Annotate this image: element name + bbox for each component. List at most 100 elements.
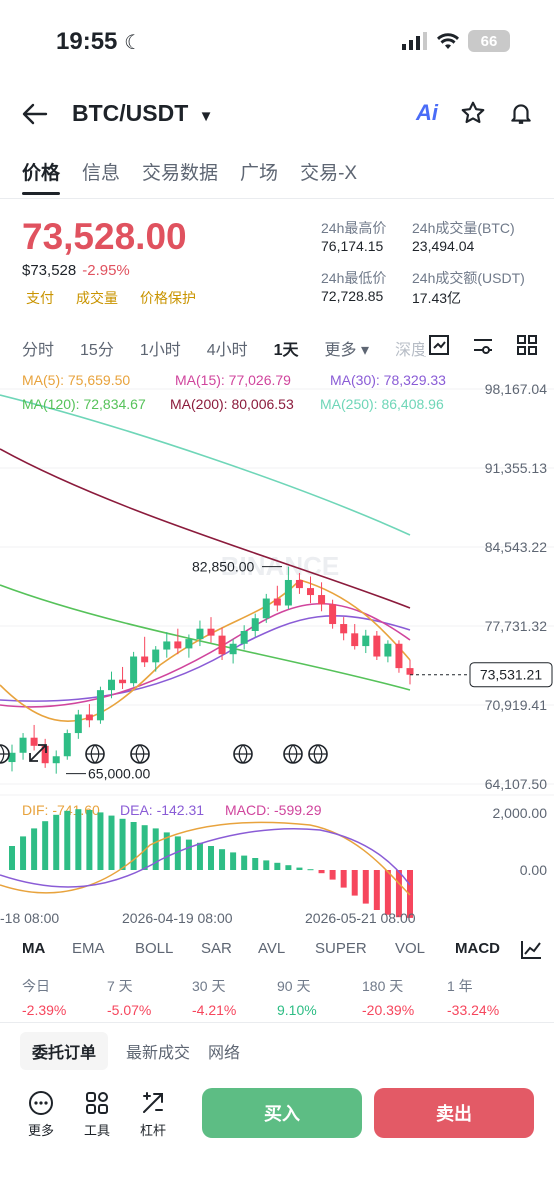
indicator-ma[interactable]: MA [22, 940, 72, 957]
macd-bar [219, 849, 226, 870]
ma-line [0, 394, 411, 536]
ma-line [0, 615, 411, 702]
candle-body [108, 679, 115, 691]
badge-price-protect[interactable]: 价格保护 [140, 288, 196, 308]
macd-bar [296, 867, 303, 870]
perf-cell: 今日 -2.39% [22, 976, 107, 1018]
layout-grid-icon[interactable] [516, 334, 538, 356]
macd-bar [86, 810, 93, 870]
ai-button[interactable]: Ai [416, 100, 438, 126]
tools-button[interactable]: 工具 [80, 1090, 114, 1139]
indicator-boll[interactable]: BOLL [135, 940, 201, 957]
perf-cell: 90 天 9.10% [277, 976, 362, 1018]
x-tick-label: 2026-04-19 08:00 [122, 910, 233, 926]
indicator-vol[interactable]: VOL [395, 940, 455, 957]
stat-high: 76,174.15 [321, 238, 384, 254]
macd-bar [230, 852, 237, 870]
macd-bar [373, 870, 380, 910]
ma-legend-item: MA(30): 78,329.33 [330, 372, 446, 388]
candlestick-chart[interactable]: 98,167.04 91,355.13 84,543.22 77,731.32 70,9… [0, 365, 554, 935]
perf-value: -2.39% [22, 1002, 67, 1018]
leverage-label: 杠杆 [139, 1123, 166, 1138]
bell-icon[interactable] [508, 100, 534, 126]
status-time: 19:55 ☾ [56, 28, 142, 56]
candle-body [251, 618, 259, 632]
indicator-super[interactable]: SUPER [315, 940, 395, 957]
star-icon[interactable] [460, 100, 486, 126]
interval-line[interactable]: 分时 [22, 336, 54, 360]
candle-body [196, 628, 204, 640]
leverage-icon [143, 1092, 163, 1113]
macd-bar [318, 870, 325, 874]
interval-depth[interactable]: 深度 [395, 336, 427, 360]
tab-network[interactable]: 网络 [208, 1039, 240, 1063]
tab-trading-data[interactable]: 交易数据 [142, 158, 218, 185]
interval-more[interactable]: 更多 ▾ [325, 336, 369, 360]
dea-line [0, 828, 411, 888]
back-arrow-icon[interactable] [22, 102, 48, 126]
chart-settings-icon[interactable] [428, 334, 450, 356]
y-tick-label: 70,919.41 [485, 697, 547, 713]
indicator-avl[interactable]: AVL [258, 940, 315, 957]
macd-bar [53, 814, 60, 870]
indicator-ema[interactable]: EMA [72, 940, 135, 957]
more-button[interactable]: 更多 [24, 1090, 58, 1139]
indicator-macd[interactable]: MACD [455, 940, 511, 957]
perf-value: -5.07% [107, 1002, 152, 1018]
interval-1d[interactable]: 1天 [274, 336, 299, 360]
interval-4h[interactable]: 4小时 [207, 336, 248, 360]
tab-open-orders[interactable]: 委托订单 [20, 1032, 109, 1070]
signal-icon [402, 32, 427, 50]
perf-cell: 180 天 -20.39% [362, 976, 447, 1018]
candle-body [273, 598, 281, 606]
tab-latest-trades[interactable]: 最新成交 [126, 1039, 190, 1063]
price-usd: $73,528 [22, 262, 77, 279]
pair-selector[interactable]: BTC/USDT ▼ [72, 100, 214, 127]
candle-body [96, 690, 104, 721]
leverage-button[interactable]: 杠杆 [136, 1090, 170, 1139]
current-price-label: 73,531.21 [480, 667, 542, 683]
tab-square[interactable]: 广场 [240, 158, 278, 185]
perf-cell: 1 年 -33.24% [447, 976, 532, 1018]
candle-body [152, 649, 160, 663]
badge-volume[interactable]: 成交量 [76, 288, 118, 308]
candle-body [384, 643, 392, 657]
tab-trade-x[interactable]: 交易-X [300, 158, 357, 185]
macd-bar [108, 815, 115, 870]
candle-body [318, 595, 326, 605]
perf-divider [0, 1022, 554, 1023]
macd-bar [340, 870, 347, 888]
candle-body [218, 635, 226, 655]
tab-info[interactable]: 信息 [82, 158, 120, 185]
candle-body [74, 714, 82, 734]
macd-bar [185, 839, 192, 870]
buy-button[interactable]: 买入 [202, 1088, 362, 1138]
badge-pay[interactable]: 支付 [26, 288, 54, 308]
indicator-chart-icon[interactable] [520, 940, 542, 960]
price-badges: 支付 成交量 价格保护 [26, 288, 196, 308]
perf-value: -33.24% [447, 1002, 500, 1018]
indicator-sar[interactable]: SAR [201, 940, 258, 957]
candle-body [307, 588, 314, 596]
low-annotation: 65,000.00 [88, 766, 150, 782]
order-tabs: 委托订单 最新成交 网络 [20, 1032, 240, 1070]
interval-1h[interactable]: 1小时 [140, 336, 181, 360]
stat-low-label: 24h最低价 [321, 270, 387, 286]
perf-label: 30 天 [192, 978, 226, 994]
candle-body [229, 643, 237, 655]
macd-bar [384, 870, 391, 915]
indicator-settings-icon[interactable] [472, 334, 494, 356]
sell-button[interactable]: 卖出 [374, 1088, 534, 1138]
ma-line [0, 448, 411, 609]
x-tick-label: -18 08:00 [0, 910, 59, 926]
tab-price[interactable]: 价格 [22, 158, 61, 195]
interval-15m[interactable]: 15分 [80, 336, 114, 360]
perf-cell: 30 天 -4.21% [192, 976, 277, 1018]
main-tabs: 价格 信息 交易数据 广场 交易-X [22, 158, 357, 195]
macd-bar [97, 812, 104, 870]
price-change: -2.95% [82, 262, 130, 279]
macd-bar [307, 869, 314, 871]
ma-legend-item: MA(200): 80,006.53 [170, 396, 294, 412]
candle-body [373, 635, 381, 657]
macd-legend-item: DEA: -142.31 [120, 802, 204, 818]
